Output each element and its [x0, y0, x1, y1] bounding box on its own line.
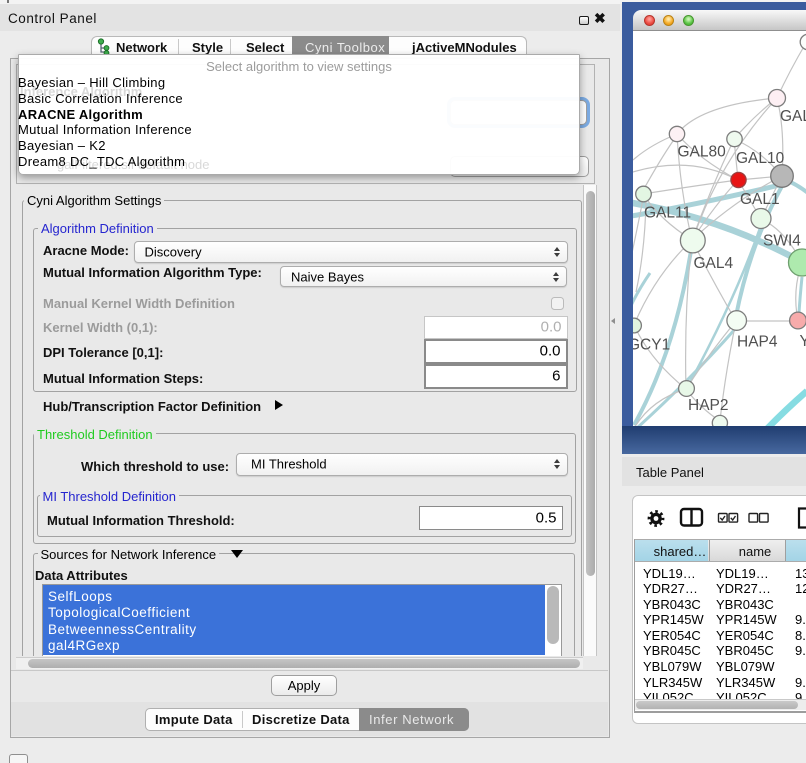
svg-text:GAL11: GAL11: [644, 205, 691, 222]
svg-text:SWI4: SWI4: [763, 233, 801, 250]
svg-text:GAL2: GAL2: [780, 108, 806, 125]
svg-text:GCY1: GCY1: [633, 337, 670, 354]
svg-text:GAL1: GAL1: [740, 191, 780, 208]
svg-text:GAL10: GAL10: [736, 150, 785, 167]
svg-text:HAP4: HAP4: [737, 334, 778, 351]
svg-text:YD: YD: [800, 333, 806, 350]
svg-text:GAL80: GAL80: [678, 144, 727, 161]
svg-text:GAL4: GAL4: [694, 255, 734, 272]
svg-text:HAP2: HAP2: [688, 397, 729, 414]
